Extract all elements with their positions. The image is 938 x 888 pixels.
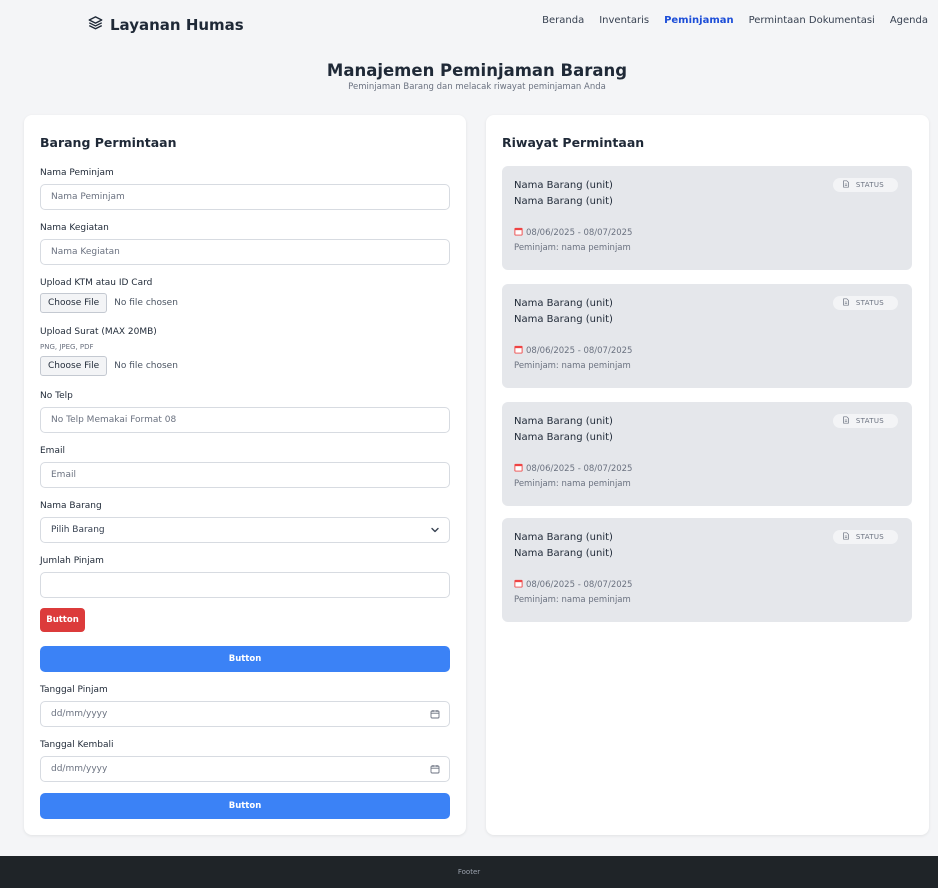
navbar: Layanan Humas Beranda Inventaris Peminja… — [0, 0, 938, 50]
borrow-date-input[interactable]: dd/mm/yyyy — [40, 701, 450, 727]
status-text: STATUS — [855, 299, 884, 307]
red-button[interactable]: Button — [40, 608, 85, 632]
item-label: Nama Barang — [40, 501, 102, 511]
calendar-icon — [514, 345, 523, 357]
history-item-date-text: 08/06/2025 - 08/07/2025 — [526, 228, 633, 238]
chevron-down-icon — [430, 525, 440, 535]
history-item-date-text: 08/06/2025 - 08/07/2025 — [526, 580, 633, 590]
history-item-date: 08/06/2025 - 08/07/2025 — [514, 345, 632, 357]
history-item[interactable]: Nama Barang (unit) Nama Barang (unit) 08… — [502, 402, 912, 506]
history-item-name: Nama Barang (unit) — [514, 314, 613, 325]
phone-placeholder: No Telp Memakai Format 08 — [51, 415, 177, 425]
borrower-placeholder: Nama Peminjam — [51, 192, 125, 202]
status-text: STATUS — [855, 533, 884, 541]
nav-link-peminjaman[interactable]: Peminjaman — [664, 15, 734, 26]
brand[interactable]: Layanan Humas — [88, 15, 244, 34]
email-label: Email — [40, 446, 65, 456]
calendar-icon — [514, 579, 523, 591]
footer-text: Footer — [457, 868, 481, 876]
quantity-label: Jumlah Pinjam — [40, 556, 104, 566]
history-item-borrower: Peminjam: nama peminjam — [514, 595, 631, 605]
history-item-name: Nama Barang (unit) — [514, 432, 613, 443]
activity-placeholder: Nama Kegiatan — [51, 247, 120, 257]
calendar-icon — [514, 463, 523, 475]
history-item[interactable]: Nama Barang (unit) Nama Barang (unit) 08… — [502, 518, 912, 622]
nav-link-inventaris[interactable]: Inventaris — [599, 15, 649, 26]
status-badge: STATUS — [832, 178, 898, 192]
letter-file-input[interactable]: Choose File No file chosen — [40, 356, 178, 376]
blue-button-primary[interactable]: Button — [40, 646, 450, 672]
status-text: STATUS — [855, 181, 884, 189]
blue-button-submit[interactable]: Button — [40, 793, 450, 819]
borrow-date-placeholder: dd/mm/yyyy — [51, 709, 108, 719]
document-icon — [842, 180, 850, 190]
nav-link-agenda[interactable]: Agenda — [890, 15, 928, 26]
footer: Footer — [0, 856, 938, 888]
calendar-icon — [514, 227, 523, 239]
history-item-name: Nama Barang (unit) — [514, 298, 613, 309]
document-icon — [842, 532, 850, 542]
calendar-icon[interactable] — [430, 764, 440, 774]
ktm-file-input[interactable]: Choose File No file chosen — [40, 293, 178, 313]
borrower-input[interactable]: Nama Peminjam — [40, 184, 450, 210]
history-item-name: Nama Barang (unit) — [514, 196, 613, 207]
return-date-input[interactable]: dd/mm/yyyy — [40, 756, 450, 782]
request-history-card: Riwayat Permintaan Nama Barang (unit) Na… — [486, 115, 929, 835]
history-item-date-text: 08/06/2025 - 08/07/2025 — [526, 346, 633, 356]
status-badge: STATUS — [832, 296, 898, 310]
return-date-placeholder: dd/mm/yyyy — [51, 764, 108, 774]
item-select[interactable]: Pilih Barang — [40, 517, 450, 543]
ktm-choose-file-button[interactable]: Choose File — [40, 293, 108, 313]
brand-name: Layanan Humas — [110, 15, 244, 34]
phone-input[interactable]: No Telp Memakai Format 08 — [40, 407, 450, 433]
letter-file-status: No file chosen — [114, 361, 178, 371]
status-badge: STATUS — [832, 414, 898, 428]
nav-link-permintaan-dokumentasi[interactable]: Permintaan Dokumentasi — [749, 15, 875, 26]
history-item-name: Nama Barang (unit) — [514, 548, 613, 559]
history-item-borrower: Peminjam: nama peminjam — [514, 479, 631, 489]
history-item[interactable]: Nama Barang (unit) Nama Barang (unit) 08… — [502, 284, 912, 388]
form-title: Barang Permintaan — [40, 135, 177, 150]
history-item-borrower: Peminjam: nama peminjam — [514, 243, 631, 253]
history-title: Riwayat Permintaan — [502, 135, 645, 150]
item-selected-value: Pilih Barang — [51, 525, 105, 535]
borrow-date-label: Tanggal Pinjam — [40, 685, 108, 695]
page-title: Manajemen Peminjaman Barang — [326, 61, 628, 80]
borrower-label: Nama Peminjam — [40, 168, 114, 178]
nav-link-beranda[interactable]: Beranda — [542, 15, 584, 26]
activity-label: Nama Kegiatan — [40, 223, 109, 233]
history-item-date: 08/06/2025 - 08/07/2025 — [514, 579, 632, 591]
history-item-date: 08/06/2025 - 08/07/2025 — [514, 227, 632, 239]
calendar-icon[interactable] — [430, 709, 440, 719]
email-input[interactable]: Email — [40, 462, 450, 488]
email-placeholder: Email — [51, 470, 76, 480]
history-item-borrower: Peminjam: nama peminjam — [514, 361, 631, 371]
quantity-input[interactable] — [40, 572, 450, 598]
ktm-file-status: No file chosen — [114, 298, 178, 308]
history-item-name: Nama Barang (unit) — [514, 416, 613, 427]
letter-upload-label: Upload Surat (MAX 20MB) — [40, 327, 157, 337]
status-badge: STATUS — [832, 530, 898, 544]
document-icon — [842, 298, 850, 308]
history-item-name: Nama Barang (unit) — [514, 180, 613, 191]
request-form-card: Barang Permintaan Nama Peminjam Nama Pem… — [24, 115, 466, 835]
status-text: STATUS — [855, 417, 884, 425]
history-item[interactable]: Nama Barang (unit) Nama Barang (unit) 08… — [502, 166, 912, 270]
history-item-name: Nama Barang (unit) — [514, 532, 613, 543]
return-date-label: Tanggal Kembali — [40, 740, 114, 750]
document-icon — [842, 416, 850, 426]
letter-choose-file-button[interactable]: Choose File — [40, 356, 108, 376]
history-item-date-text: 08/06/2025 - 08/07/2025 — [526, 464, 633, 474]
phone-label: No Telp — [40, 391, 73, 401]
ktm-upload-label: Upload KTM atau ID Card — [40, 278, 153, 288]
activity-input[interactable]: Nama Kegiatan — [40, 239, 450, 265]
nav-links: Beranda Inventaris Peminjaman Permintaan… — [542, 15, 928, 26]
layers-icon — [88, 15, 103, 34]
letter-format-hint: PNG, JPEG, PDF — [40, 343, 94, 351]
history-item-date: 08/06/2025 - 08/07/2025 — [514, 463, 632, 475]
page-subtitle: Peminjaman Barang dan melacak riwayat pe… — [348, 82, 606, 92]
